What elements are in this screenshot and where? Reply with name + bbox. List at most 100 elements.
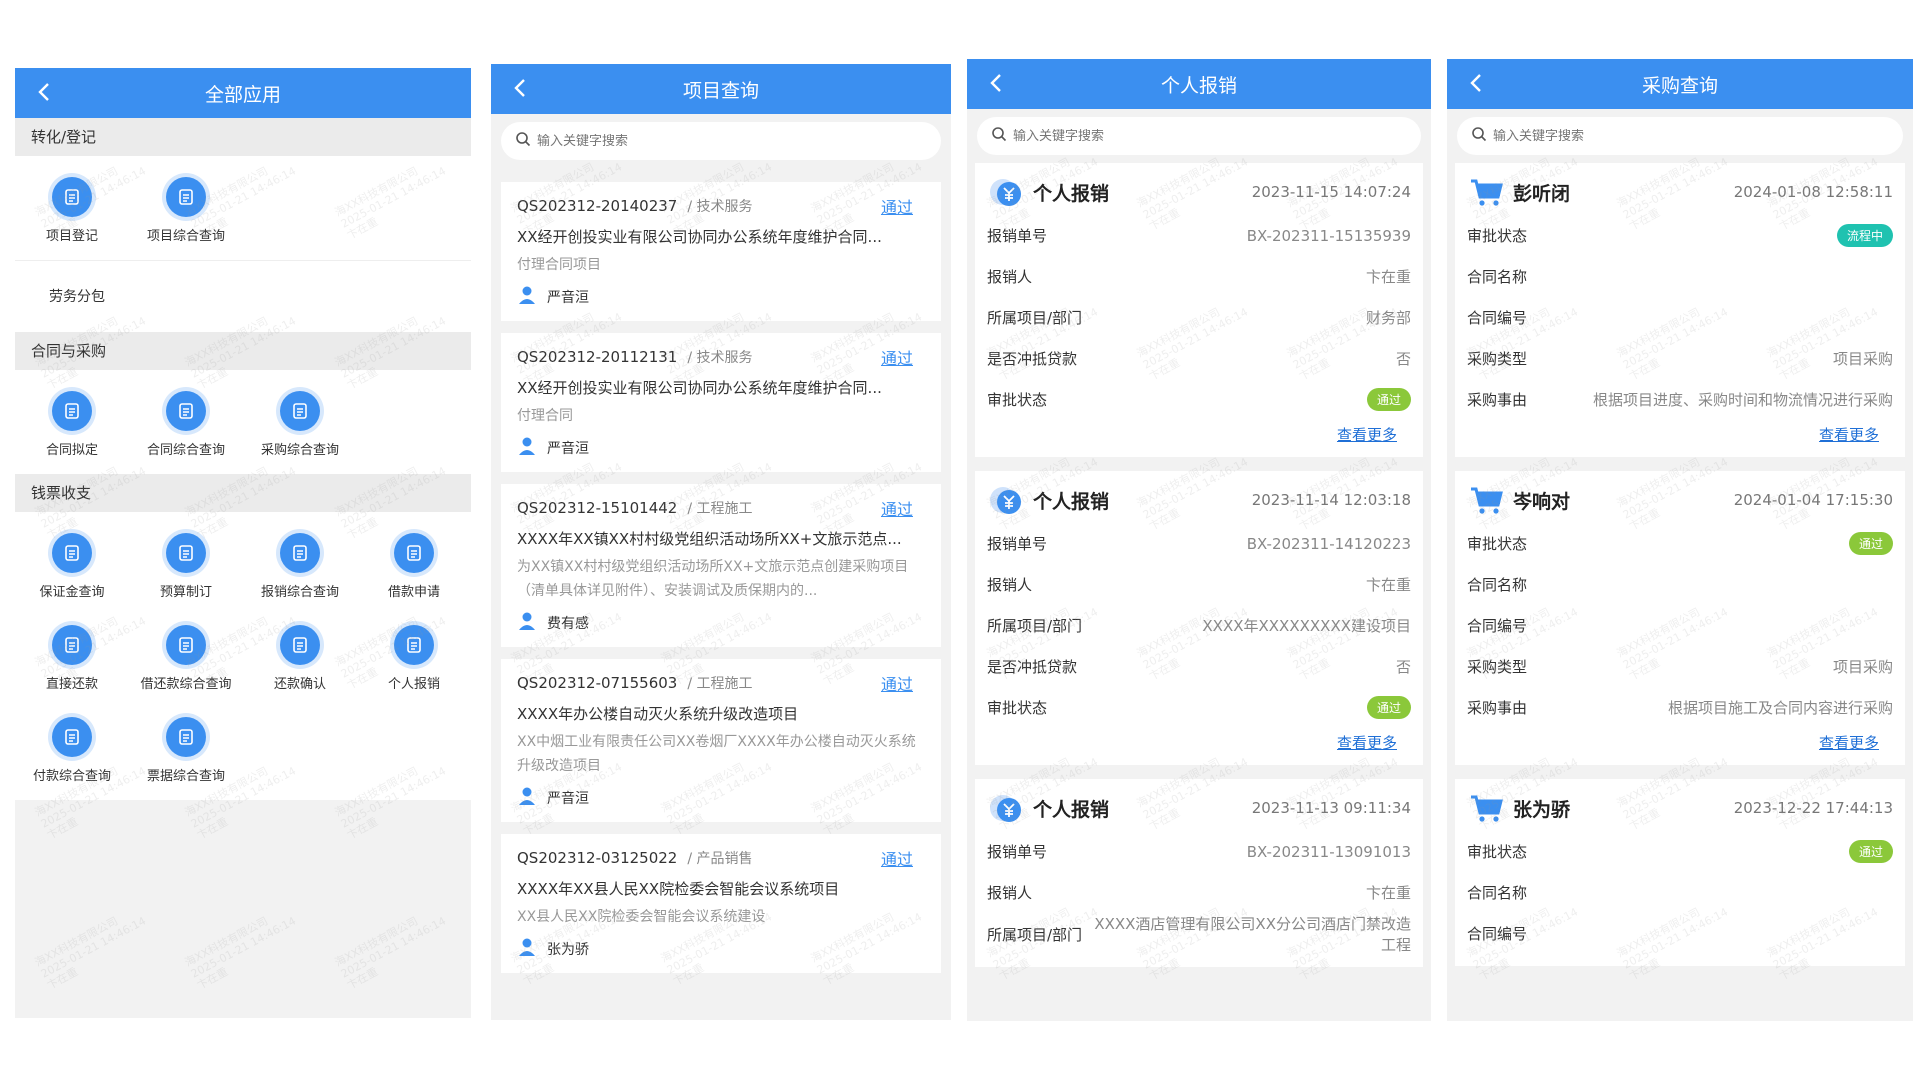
watermark-line: 海XX科技有限公司 <box>182 914 271 970</box>
project-status[interactable]: 通过 <box>881 194 913 218</box>
apps-body: 转化/登记 项目登记 项目综合查询 劳务分包 合同与采购 合同拟定 合同综合查询 采购综合查询… <box>15 118 471 800</box>
user-icon <box>517 611 547 635</box>
search-bar[interactable] <box>977 117 1421 155</box>
watermark-line: 2025-01-21 14:46:14 <box>338 914 449 981</box>
project-card[interactable]: QS202312-15101442 / 工程施工 通过 XXXX年XX镇XX村村级党组… <box>501 484 941 647</box>
field-label: 是否冲抵贷款 <box>987 658 1078 676</box>
card-header: 个人报销 2023-11-15 14:07:24 <box>987 169 1411 215</box>
app-tile[interactable]: 借还款综合查询 <box>129 612 243 704</box>
purchase-search-icon <box>280 390 320 431</box>
project-status[interactable]: 通过 <box>881 671 913 695</box>
app-tile[interactable]: 借款申请 <box>357 520 471 612</box>
project-card[interactable]: QS202312-03125022 / 产品销售 通过 XXXX年XX县人民XX院检委… <box>501 834 941 973</box>
approval-row: 审批状态 通过 <box>1467 523 1893 564</box>
reimburse-coin-icon <box>987 172 1027 212</box>
purchase-card[interactable]: 张为骄 2023-12-22 17:44:13 审批状态 通过 合同名称 合同编号 <box>1455 779 1905 966</box>
app-tile[interactable]: 项目登记 <box>15 164 129 256</box>
app-tile[interactable]: 合同综合查询 <box>129 378 243 470</box>
approval-row: 审批状态 通过 <box>1467 831 1893 872</box>
contract-pen-icon <box>52 390 92 431</box>
shopping-cart-icon <box>1467 172 1507 212</box>
search-input[interactable] <box>1493 128 1839 144</box>
field-label: 合同编号 <box>1467 617 1528 635</box>
status-badge: 通过 <box>1848 532 1893 555</box>
repay-card-icon <box>52 624 92 665</box>
card-time: 2023-11-14 12:03:18 <box>1251 491 1411 509</box>
reimburse-card[interactable]: 个人报销 2023-11-13 09:11:34 报销单号 BX-202311-130… <box>975 779 1423 967</box>
back-icon[interactable] <box>33 80 57 104</box>
card-title: 彭听闭 <box>1513 182 1571 205</box>
watermark-text: 海XX科技有限公司2025-01-21 14:46:14卞在重 <box>333 903 454 992</box>
app-tile[interactable]: 付款综合查询 <box>15 704 129 796</box>
field-row: 报销单号 BX-202311-14120223 <box>987 523 1411 564</box>
app-tile[interactable]: 预算制订 <box>129 520 243 612</box>
project-card[interactable]: QS202312-07155603 / 工程施工 通过 XXXX年办公楼自动灭火系统升… <box>501 659 941 822</box>
project-card[interactable]: QS202312-20112131 / 技术服务 通过 XX经开创投实业有限公司协同办… <box>501 333 941 472</box>
field-label: 采购事由 <box>1467 699 1528 717</box>
view-more-link[interactable]: 查看更多 <box>1337 734 1397 752</box>
app-tile[interactable]: 个人报销 <box>357 612 471 704</box>
app-tile[interactable]: 项目综合查询 <box>129 164 243 256</box>
reimburse-card[interactable]: 个人报销 2023-11-14 12:03:18 报销单号 BX-202311-141… <box>975 471 1423 765</box>
field-value: BX-202311-15135939 <box>1246 226 1411 245</box>
field-row: 所属项目/部门 XXXX年XXXXXXXXX建设项目 <box>987 605 1411 646</box>
card-header: 岑响对 2024-01-04 17:15:30 <box>1467 477 1893 523</box>
app-tile[interactable]: 直接还款 <box>15 612 129 704</box>
field-row: 报销人 卞在重 <box>987 564 1411 605</box>
field-label: 合同编号 <box>1467 309 1528 327</box>
project-category: / 工程施工 <box>687 501 753 517</box>
app-tile[interactable]: 报销综合查询 <box>243 520 357 612</box>
owner-name: 严音洹 <box>547 290 589 306</box>
search-input[interactable] <box>537 133 878 149</box>
field-row: 合同编号 <box>1467 913 1893 954</box>
field-value: 否 <box>1395 350 1411 368</box>
field-label: 审批状态 <box>987 699 1048 717</box>
purchase-card[interactable]: 彭听闭 2024-01-08 12:58:11 审批状态 流程中 合同名称 合同编号 采购类… <box>1455 163 1905 457</box>
app-grid: 保证金查询 预算制订 报销综合查询 借款申请直接还款 借还款综合查询 还款确认 个人报销付款… <box>15 512 471 800</box>
app-tile[interactable]: 采购综合查询 <box>243 378 357 470</box>
field-label: 所属项目/部门 <box>987 309 1083 327</box>
back-icon[interactable] <box>509 76 533 100</box>
page-title: 全部应用 <box>204 83 281 106</box>
project-status[interactable]: 通过 <box>881 345 913 369</box>
field-row: 报销人 卞在重 <box>987 256 1411 297</box>
app-tile[interactable]: 合同拟定 <box>15 378 129 470</box>
card-time: 2023-11-13 09:11:34 <box>1251 799 1411 817</box>
approval-row: 审批状态 通过 <box>987 379 1411 420</box>
project-card[interactable]: QS202312-20140237 / 技术服务 通过 XX经开创投实业有限公司协同办… <box>501 182 941 321</box>
view-more-link[interactable]: 查看更多 <box>1337 426 1397 444</box>
owner-name: 费有感 <box>547 616 589 632</box>
card-time: 2024-01-08 12:58:11 <box>1733 183 1893 201</box>
project-description: XX县人民XX院检委会智能会议系统建设 <box>517 909 766 925</box>
project-status[interactable]: 通过 <box>881 496 913 520</box>
view-more-link[interactable]: 查看更多 <box>1819 734 1879 752</box>
field-row: 所属项目/部门 XXXX酒店管理有限公司XX分公司酒店门禁改造工程 <box>987 913 1411 955</box>
app-tile[interactable]: 保证金查询 <box>15 520 129 612</box>
view-more-link[interactable]: 查看更多 <box>1819 426 1879 444</box>
purchase-card[interactable]: 岑响对 2024-01-04 17:15:30 审批状态 通过 合同名称 合同编号 采购类型… <box>1455 471 1905 765</box>
section-item-labor-subcontract[interactable]: 劳务分包 <box>15 260 471 332</box>
card-header: 彭听闭 2024-01-08 12:58:11 <box>1467 169 1893 215</box>
app-label: 预算制订 <box>159 584 212 600</box>
search-bar[interactable] <box>1457 117 1903 155</box>
reimburse-card[interactable]: 个人报销 2023-11-15 14:07:24 报销单号 BX-202311-151… <box>975 163 1423 457</box>
back-icon[interactable] <box>985 71 1009 95</box>
project-category: / 产品销售 <box>687 851 753 867</box>
field-value: 否 <box>1395 658 1411 676</box>
app-tile[interactable]: 还款确认 <box>243 612 357 704</box>
project-code: QS202312-07155603 <box>517 674 678 692</box>
field-row: 报销单号 BX-202311-13091013 <box>987 831 1411 872</box>
field-label: 报销单号 <box>987 535 1048 553</box>
field-row: 采购事由 根据项目施工及合同内容进行采购 <box>1467 687 1893 728</box>
back-icon[interactable] <box>1465 71 1489 95</box>
search-bar[interactable] <box>501 122 941 160</box>
app-tile[interactable]: 票据综合查询 <box>129 704 243 796</box>
page-title: 个人报销 <box>1160 74 1237 97</box>
status-badge: 通过 <box>1366 696 1411 719</box>
personal-reimburse-icon <box>394 624 434 665</box>
app-label: 项目登记 <box>45 228 98 244</box>
field-label: 所属项目/部门 <box>987 925 1083 944</box>
project-status[interactable]: 通过 <box>881 846 913 870</box>
search-input[interactable] <box>1013 128 1357 144</box>
watermark-text: 海XX科技有限公司2025-01-21 14:46:14卞在重 <box>183 903 304 992</box>
